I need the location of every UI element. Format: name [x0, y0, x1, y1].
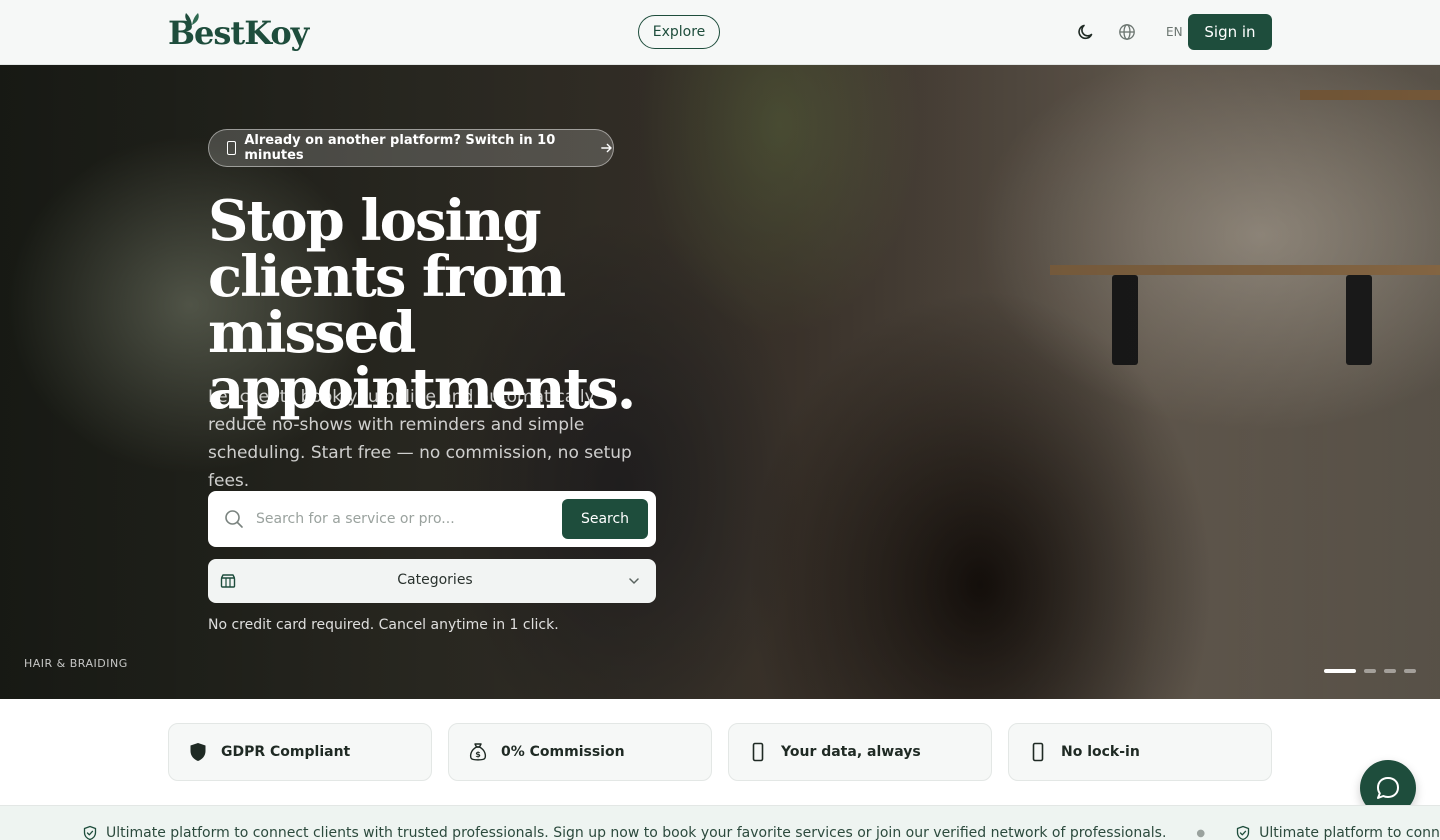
- feature-label: 0% Commission: [501, 744, 625, 760]
- marquee-track: Ultimate platform to connect clients wit…: [82, 825, 1440, 840]
- feature-gdpr: GDPR Compliant: [168, 723, 432, 781]
- arrow-right-icon: [601, 143, 612, 153]
- marquee-text: Ultimate platform to connect clients wit…: [1259, 825, 1440, 840]
- search-button[interactable]: Search: [562, 499, 648, 539]
- marquee-text: Ultimate platform to connect clients wit…: [106, 825, 1167, 840]
- feature-label: No lock-in: [1061, 744, 1140, 760]
- feature-commission: $ 0% Commission: [448, 723, 712, 781]
- feature-data: Your data, always: [728, 723, 992, 781]
- brand-logo[interactable]: BestKoy: [168, 12, 309, 52]
- chat-bubble-icon: [1377, 777, 1399, 799]
- carousel-dots: [1324, 669, 1416, 673]
- switch-pill-label: Already on another platform? Switch in 1…: [244, 133, 556, 163]
- feature-label: Your data, always: [781, 744, 921, 760]
- shield-icon: [190, 743, 206, 761]
- phone-icon: [752, 742, 764, 762]
- globe-icon: [1119, 24, 1135, 40]
- carousel-dot[interactable]: [1404, 669, 1416, 673]
- marquee-banner: Ultimate platform to connect clients wit…: [0, 805, 1440, 840]
- feature-no-lock-in: No lock-in: [1008, 723, 1272, 781]
- marquee-separator: ●: [1196, 827, 1206, 839]
- hero-subtitle: Let clients book you online and automati…: [208, 387, 632, 491]
- categories-label: Categories: [397, 572, 473, 588]
- hero-section: Already on another platform? Switch in 1…: [0, 65, 1440, 699]
- shield-check-icon: [1237, 825, 1250, 840]
- carousel-dot[interactable]: [1324, 669, 1356, 673]
- money-bag-icon: $: [469, 743, 487, 761]
- slide-category-label: HAIR & BRAIDING: [24, 657, 128, 670]
- marquee-item: Ultimate platform to connect clients wit…: [82, 825, 1166, 840]
- no-credit-card-note: No credit card required. Cancel anytime …: [208, 617, 559, 633]
- search-icon: [225, 510, 243, 528]
- language-label: EN: [1142, 25, 1183, 39]
- feature-label: GDPR Compliant: [221, 744, 351, 760]
- language-selector[interactable]: EN: [1118, 22, 1183, 42]
- top-navbar: BestKoy Explore EN Sign in: [0, 0, 1440, 65]
- sign-in-button[interactable]: Sign in: [1188, 14, 1272, 50]
- feature-badges: GDPR Compliant $ 0% Commission Your data…: [168, 723, 1272, 781]
- leaf-icon: [185, 13, 199, 25]
- categories-dropdown[interactable]: Categories: [208, 559, 656, 603]
- svg-text:$: $: [475, 750, 481, 759]
- marquee-item: Ultimate platform to connect clients wit…: [1235, 825, 1440, 840]
- search-bar: Search: [208, 491, 656, 547]
- device-icon: [227, 141, 237, 155]
- shield-check-icon: [83, 825, 97, 840]
- carousel-dot[interactable]: [1384, 669, 1396, 673]
- search-input[interactable]: [256, 507, 556, 531]
- switch-platform-pill[interactable]: Already on another platform? Switch in 1…: [208, 129, 614, 167]
- explore-button[interactable]: Explore: [638, 15, 720, 49]
- carousel-dot[interactable]: [1364, 669, 1376, 673]
- moon-icon[interactable]: [1076, 22, 1096, 42]
- phone-icon: [1032, 742, 1044, 762]
- chevron-down-icon: [629, 578, 639, 584]
